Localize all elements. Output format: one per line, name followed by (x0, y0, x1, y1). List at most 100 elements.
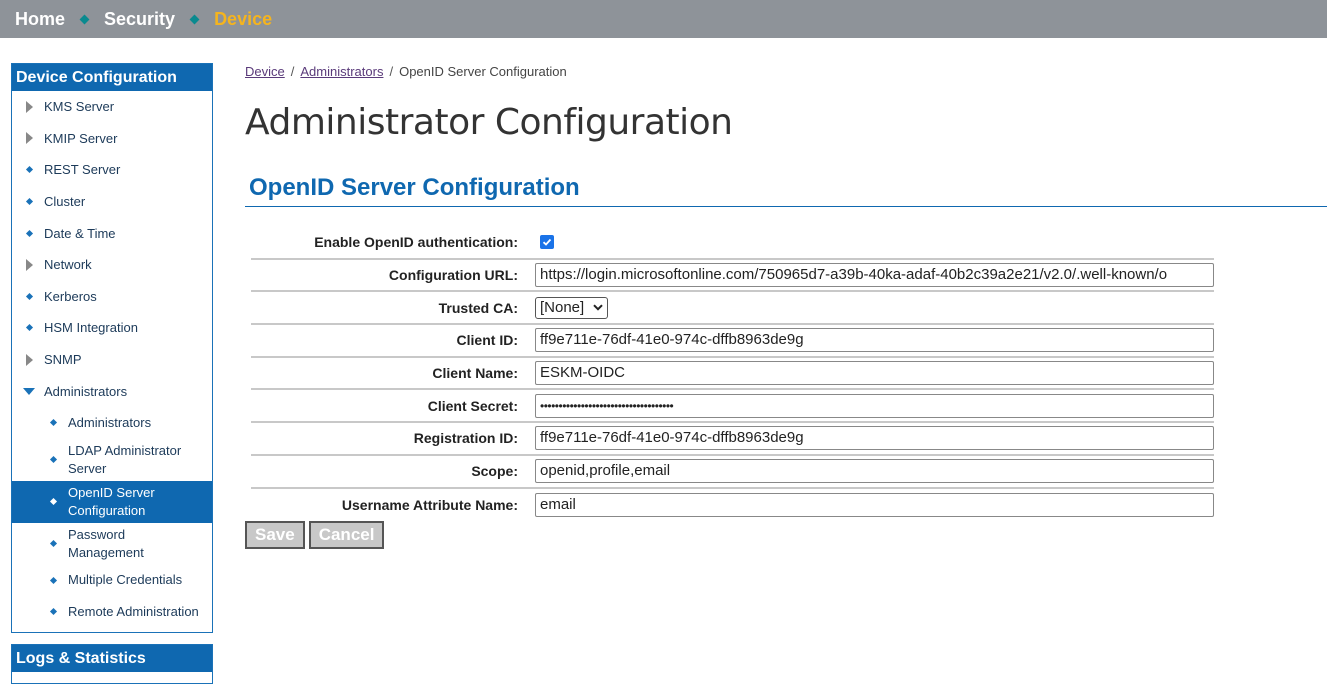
username-attr-label: Username Attribute Name: (341, 496, 518, 513)
sidebar-item-network[interactable]: Network (12, 249, 212, 281)
sidebar-item-label: Date & Time (44, 225, 116, 241)
collapse-arrow-icon (23, 385, 35, 397)
sidebar-item-label: Multiple Credentials (68, 572, 183, 588)
sidebar-item-label: SNMP (44, 352, 82, 368)
expand-arrow-icon (24, 132, 34, 145)
sidebar-item-hsm-integration[interactable]: HSM Integration (12, 312, 212, 344)
registration-id-input[interactable]: ff9e711e-76df-41e0-974c-dffb8963de9g (535, 426, 1214, 451)
save-button[interactable]: Save (245, 521, 305, 549)
sidebar-subitem-ldap-administrator-server[interactable]: LDAP Administrator Server (12, 439, 212, 481)
sidebar-menu: KMS Server KMIP Server REST Server Clust… (12, 91, 212, 632)
bullet-diamond-icon (24, 164, 34, 176)
trusted-ca-label: Trusted CA: (438, 299, 518, 316)
sidebar-item-label: KMIP Server (44, 130, 118, 146)
expand-arrow-icon (24, 353, 34, 366)
trusted-ca-select[interactable]: [None] (535, 296, 608, 319)
sidebar-item-label: KMS Server (44, 99, 115, 115)
client-secret-input[interactable]: •••••••••••••••••••••••••••••••••••• (535, 393, 1214, 418)
form-row-registration-id: Registration ID: ff9e711e-76df-41e0-974c… (251, 423, 1214, 456)
client-id-input[interactable]: ff9e711e-76df-41e0-974c-dffb8963de9g (535, 328, 1214, 353)
sidebar-item-snmp[interactable]: SNMP (12, 344, 212, 376)
form-buttons: Save Cancel (245, 521, 385, 549)
nav-separator-icon (189, 14, 200, 24)
form-row-username-attr: Username Attribute Name: email (251, 489, 1214, 522)
section-divider (245, 206, 1327, 207)
bullet-diamond-icon (48, 538, 58, 550)
sidebar-item-label: LDAP Administrator Server (68, 442, 182, 476)
client-name-input[interactable]: ESKM-OIDC (535, 361, 1214, 386)
nav-home[interactable]: Home (15, 9, 65, 30)
sidebar-subitem-administrators[interactable]: Administrators (12, 407, 212, 439)
sidebar-item-kerberos[interactable]: Kerberos (12, 281, 212, 313)
sidebar-item-cluster[interactable]: Cluster (12, 186, 212, 218)
form-row-client-name: Client Name: ESKM-OIDC (251, 358, 1214, 391)
sidebar-item-label: Administrators (44, 383, 128, 399)
breadcrumb-device-link[interactable]: Device (245, 64, 285, 79)
registration-id-label: Registration ID: (413, 430, 518, 447)
sidebar-item-date-time[interactable]: Date & Time (12, 217, 212, 249)
section-title: OpenID Server Configuration (249, 174, 580, 201)
cancel-button[interactable]: Cancel (308, 521, 385, 549)
sidebar-item-label: Remote Administration (68, 603, 199, 619)
form-row-client-secret: Client Secret: •••••••••••••••••••••••••… (251, 390, 1214, 424)
client-id-label: Client ID: (456, 332, 518, 349)
bullet-diamond-icon (24, 227, 34, 239)
scope-input[interactable]: openid,profile,email (535, 459, 1214, 484)
logs-statistics-panel: Logs & Statistics (11, 643, 213, 684)
nav-separator-icon (79, 14, 90, 24)
checkmark-icon (542, 239, 552, 247)
username-attr-input[interactable]: email (535, 492, 1214, 517)
sidebar-item-label: Administrators (68, 414, 152, 430)
bullet-diamond-icon (48, 496, 58, 508)
sidebar-item-kmip-server[interactable]: KMIP Server (12, 123, 212, 155)
sidebar-header-logs[interactable]: Logs & Statistics (12, 644, 212, 672)
sidebar-item-label: REST Server (44, 162, 121, 178)
sidebar-item-kms-server[interactable]: KMS Server (12, 91, 212, 123)
config-url-input[interactable]: https://login.microsoftonline.com/750965… (535, 263, 1214, 288)
sidebar: Device Configuration KMS Server KMIP Ser… (11, 63, 213, 684)
expand-arrow-icon (24, 258, 34, 271)
breadcrumb-administrators-link[interactable]: Administrators (300, 64, 383, 79)
bullet-diamond-icon (48, 454, 58, 466)
bullet-diamond-icon (24, 322, 34, 334)
client-name-label: Client Name: (432, 365, 518, 382)
sidebar-item-label: Cluster (44, 194, 86, 210)
page-title: Administrator Configuration (245, 102, 733, 143)
sidebar-item-label: HSM Integration (44, 320, 138, 336)
breadcrumb-current: OpenID Server Configuration (399, 64, 567, 79)
chevron-down-icon (593, 304, 603, 311)
form-row-config-url: Configuration URL: https://login.microso… (251, 260, 1214, 293)
top-nav: Home Security Device (0, 0, 1327, 38)
enable-openid-checkbox[interactable] (540, 235, 554, 250)
sidebar-subitem-openid-server-configuration[interactable]: OpenID Server Configuration (12, 480, 212, 523)
sidebar-subitem-remote-administration[interactable]: Remote Administration (12, 596, 212, 628)
bullet-diamond-icon (24, 196, 34, 208)
nav-security[interactable]: Security (104, 9, 175, 30)
sidebar-subitem-password-management[interactable]: Password Management (12, 523, 212, 565)
sidebar-item-administrators[interactable]: Administrators (12, 375, 212, 407)
config-url-label: Configuration URL: (388, 267, 518, 284)
bullet-diamond-icon (48, 417, 58, 429)
sidebar-subitem-multiple-credentials[interactable]: Multiple Credentials (12, 565, 212, 597)
breadcrumb-separator: / (290, 64, 295, 79)
breadcrumb: Device / Administrators / OpenID Server Conf… (245, 64, 567, 79)
form-row-trusted-ca: Trusted CA: [None] (251, 292, 1214, 326)
bullet-diamond-icon (24, 290, 34, 302)
nav-device[interactable]: Device (214, 9, 272, 30)
expand-arrow-icon (24, 100, 34, 113)
form-row-enable: Enable OpenID authentication: (251, 227, 1214, 260)
sidebar-submenu: Administrators LDAP Administrator Server… (12, 407, 212, 628)
openid-config-form: Enable OpenID authentication: Configurat… (251, 227, 1214, 521)
trusted-ca-selected-value: [None] (540, 299, 585, 317)
bullet-diamond-icon (48, 606, 58, 618)
administrators-submenu: Administrators LDAP Administrator Server… (12, 407, 212, 628)
sidebar-header[interactable]: Device Configuration (12, 64, 212, 91)
sidebar-item-rest-server[interactable]: REST Server (12, 154, 212, 186)
sidebar-item-label: OpenID Server Configuration (68, 484, 155, 518)
device-configuration-panel: Device Configuration KMS Server KMIP Ser… (11, 63, 213, 633)
form-row-scope: Scope: openid,profile,email (251, 456, 1214, 489)
form-row-client-id: Client ID: ff9e711e-76df-41e0-974c-dffb8… (251, 325, 1214, 358)
sidebar-item-label: Kerberos (44, 288, 97, 304)
sidebar-item-label: Network (44, 257, 92, 273)
sidebar-item-label: Password Management (68, 526, 144, 560)
